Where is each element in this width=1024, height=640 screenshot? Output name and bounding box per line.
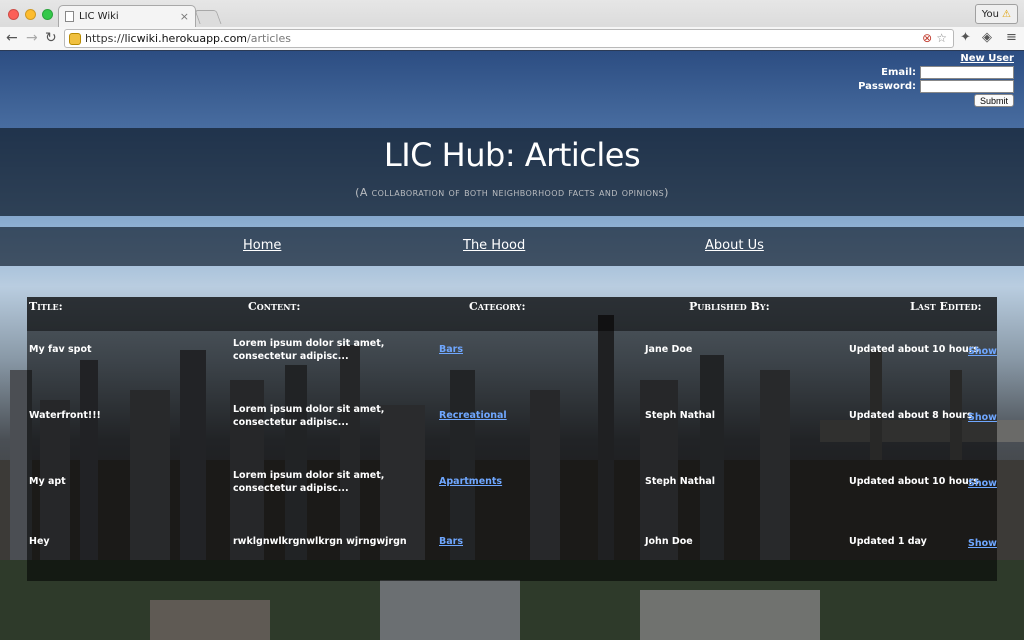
- window-controls: [8, 9, 53, 20]
- row-title: My apt: [29, 476, 66, 487]
- header-published-by: Published By:: [689, 300, 770, 313]
- row-category-link[interactable]: Bars: [439, 343, 463, 356]
- menu-icon[interactable]: ≡: [1006, 30, 1017, 45]
- pocket-icon[interactable]: ◈: [982, 30, 992, 45]
- show-link[interactable]: Show: [968, 538, 997, 549]
- row-updated: Updated about 8 hours: [849, 410, 973, 421]
- email-label: Email:: [881, 67, 916, 78]
- row-content: Lorem ipsum dolor sit amet, consectetur …: [233, 470, 385, 494]
- row-content: Lorem ipsum dolor sit amet, consectetur …: [233, 338, 385, 362]
- extension-icon[interactable]: ✦: [960, 30, 971, 45]
- url-host: licwiki.herokuapp.com: [124, 32, 248, 45]
- lock-warning-icon[interactable]: [69, 32, 81, 45]
- row-category-link[interactable]: Apartments: [439, 475, 502, 488]
- tab-title: LIC Wiki: [79, 11, 119, 22]
- articles-table: Title: Content: Category: Published By: …: [27, 297, 997, 581]
- row-author: Steph Nathal: [645, 476, 716, 487]
- email-field[interactable]: [920, 66, 1014, 79]
- row-content: Lorem ipsum dolor sit amet, consectetur …: [233, 404, 385, 428]
- show-link[interactable]: Show: [968, 478, 997, 489]
- url-scheme: https://: [85, 32, 125, 45]
- password-field[interactable]: [920, 80, 1014, 93]
- minimize-window-button[interactable]: [25, 9, 36, 20]
- header-last-edited: Last Edited:: [910, 300, 982, 313]
- row-category-link[interactable]: Bars: [439, 535, 463, 548]
- row-author: John Doe: [645, 536, 693, 547]
- back-arrow-icon[interactable]: ←: [6, 30, 18, 46]
- forward-arrow-icon[interactable]: →: [26, 30, 38, 46]
- row-title: My fav spot: [29, 344, 92, 355]
- row-title: Waterfront!!!: [29, 410, 101, 421]
- password-row: Password:: [858, 80, 1014, 93]
- header-banner: LIC Hub: Articles (A collaboration of bo…: [0, 128, 1024, 216]
- nav-about-link[interactable]: About Us: [705, 238, 764, 253]
- url-path: /articles: [247, 32, 291, 45]
- omnibox-actions: ⊗ ☆: [922, 31, 947, 45]
- page-subtitle: (A collaboration of both neighborhood fa…: [355, 186, 669, 199]
- nav-home-link[interactable]: Home: [243, 238, 281, 253]
- tab-strip: LIC Wiki × You ⚠: [0, 0, 1024, 27]
- page-icon: [65, 11, 74, 22]
- table-header: Title: Content: Category: Published By: …: [27, 297, 997, 331]
- bookmark-star-icon[interactable]: ☆: [936, 31, 947, 45]
- tab-close-icon[interactable]: ×: [180, 10, 189, 23]
- row-author: Steph Nathal: [645, 410, 716, 421]
- browser-chrome: LIC Wiki × You ⚠ ← → ↻ https://licwiki.h…: [0, 0, 1024, 50]
- nav-hood-link[interactable]: The Hood: [463, 238, 525, 253]
- header-category: Category:: [469, 300, 526, 313]
- page-title: LIC Hub: Articles: [383, 136, 641, 174]
- address-bar[interactable]: https://licwiki.herokuapp.com/articles ⊗…: [64, 29, 954, 48]
- submit-button[interactable]: Submit: [973, 94, 1014, 107]
- new-tab-button[interactable]: [194, 10, 222, 24]
- header-title: Title:: [29, 300, 63, 313]
- close-window-button[interactable]: [8, 9, 19, 20]
- new-user-link[interactable]: New User: [960, 53, 1014, 64]
- email-row: Email:: [881, 66, 1014, 79]
- row-author: Jane Doe: [645, 344, 693, 355]
- show-link[interactable]: Show: [968, 346, 997, 357]
- show-link[interactable]: Show: [968, 412, 997, 423]
- profile-button[interactable]: You ⚠: [974, 4, 1018, 24]
- row-updated: Updated about 10 hours: [849, 476, 980, 487]
- row-title: Hey: [29, 536, 50, 547]
- page-background: New User Email: Password: Submit LIC Hub…: [0, 51, 1024, 640]
- browser-tab[interactable]: LIC Wiki ×: [58, 5, 196, 27]
- zoom-window-button[interactable]: [42, 9, 53, 20]
- profile-label: You: [981, 8, 1000, 20]
- reload-icon[interactable]: ↻: [45, 30, 57, 46]
- row-category-link[interactable]: Recreational: [439, 409, 507, 422]
- main-nav: Home The Hood About Us: [0, 227, 1024, 266]
- warning-icon: ⚠: [1002, 8, 1011, 20]
- browser-toolbar: ← → ↻ https://licwiki.herokuapp.com/arti…: [0, 27, 1024, 50]
- password-label: Password:: [858, 81, 916, 92]
- header-content: Content:: [248, 300, 301, 313]
- row-content: rwklgnwlkrgnwlkrgn wjrngwjrgn: [233, 536, 407, 547]
- row-updated: Updated about 10 hours: [849, 344, 980, 355]
- blocked-content-icon[interactable]: ⊗: [922, 31, 932, 45]
- row-updated: Updated 1 day: [849, 536, 927, 547]
